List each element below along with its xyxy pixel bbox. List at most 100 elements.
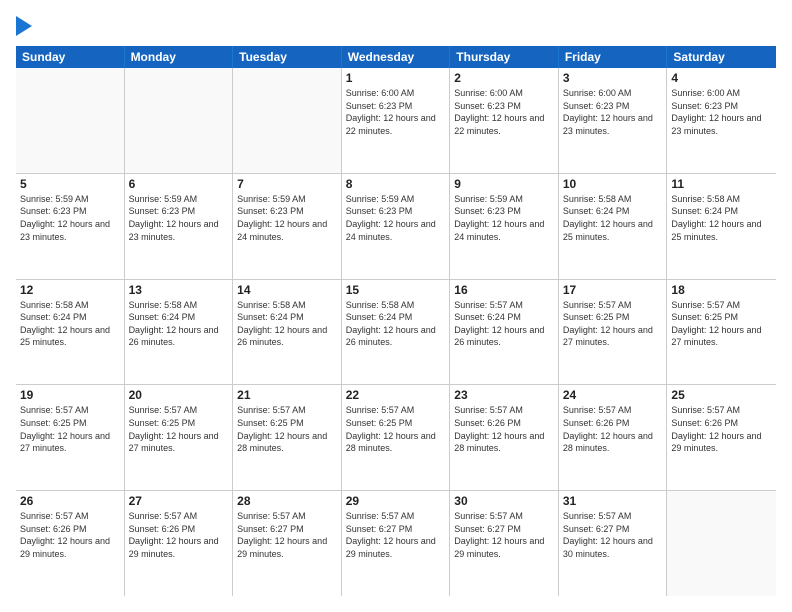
day-info: Sunrise: 5:57 AM Sunset: 6:26 PM Dayligh… — [129, 510, 229, 560]
weekday-header-tuesday: Tuesday — [233, 46, 342, 68]
day-cell-27: 27Sunrise: 5:57 AM Sunset: 6:26 PM Dayli… — [125, 491, 234, 596]
day-number: 12 — [20, 283, 120, 297]
calendar-body: 1 Sunrise: 6:00 AM Sunset: 6:23 PM Daylig… — [16, 68, 776, 596]
day-info: Sunrise: 5:57 AM Sunset: 6:26 PM Dayligh… — [563, 404, 663, 454]
day-cell-13: 13Sunrise: 5:58 AM Sunset: 6:24 PM Dayli… — [125, 280, 234, 385]
day-info: Sunrise: 5:57 AM Sunset: 6:27 PM Dayligh… — [346, 510, 446, 560]
day-number: 9 — [454, 177, 554, 191]
day-info: Sunrise: 5:58 AM Sunset: 6:24 PM Dayligh… — [237, 299, 337, 349]
calendar-row-3: 19 Sunrise: 5:57 AM Sunset: 6:25 PM Dayli… — [16, 385, 776, 491]
day-number: 28 — [237, 494, 337, 508]
weekday-header-sunday: Sunday — [16, 46, 125, 68]
day-info: Sunrise: 5:59 AM Sunset: 6:23 PM Dayligh… — [346, 193, 446, 243]
day-cell-12: 12 Sunrise: 5:58 AM Sunset: 6:24 PM Dayli… — [16, 280, 125, 385]
day-info: Sunrise: 5:59 AM Sunset: 6:23 PM Dayligh… — [20, 193, 120, 243]
day-cell-30: 30 Sunrise: 5:57 AM Sunset: 6:27 PM Dayli… — [450, 491, 559, 596]
day-number: 20 — [129, 388, 229, 402]
day-info: Sunrise: 5:59 AM Sunset: 6:23 PM Dayligh… — [237, 193, 337, 243]
day-number: 8 — [346, 177, 446, 191]
day-cell-empty-0-0 — [16, 68, 125, 173]
day-number: 30 — [454, 494, 554, 508]
day-info: Sunrise: 5:59 AM Sunset: 6:23 PM Dayligh… — [454, 193, 554, 243]
calendar-row-1: 5 Sunrise: 5:59 AM Sunset: 6:23 PM Daylig… — [16, 174, 776, 280]
day-number: 22 — [346, 388, 446, 402]
day-info: Sunrise: 5:57 AM Sunset: 6:27 PM Dayligh… — [563, 510, 663, 560]
day-number: 18 — [671, 283, 772, 297]
calendar-row-2: 12 Sunrise: 5:58 AM Sunset: 6:24 PM Dayli… — [16, 280, 776, 386]
day-number: 3 — [563, 71, 663, 85]
day-cell-9: 9 Sunrise: 5:59 AM Sunset: 6:23 PM Daylig… — [450, 174, 559, 279]
day-number: 4 — [671, 71, 772, 85]
day-info: Sunrise: 5:58 AM Sunset: 6:24 PM Dayligh… — [346, 299, 446, 349]
day-cell-15: 15 Sunrise: 5:58 AM Sunset: 6:24 PM Dayli… — [342, 280, 451, 385]
day-cell-2: 2 Sunrise: 6:00 AM Sunset: 6:23 PM Daylig… — [450, 68, 559, 173]
day-cell-empty-0-2 — [233, 68, 342, 173]
day-info: Sunrise: 6:00 AM Sunset: 6:23 PM Dayligh… — [454, 87, 554, 137]
day-number: 7 — [237, 177, 337, 191]
day-info: Sunrise: 5:57 AM Sunset: 6:27 PM Dayligh… — [454, 510, 554, 560]
day-cell-7: 7 Sunrise: 5:59 AM Sunset: 6:23 PM Daylig… — [233, 174, 342, 279]
weekday-header-friday: Friday — [559, 46, 668, 68]
day-cell-31: 31 Sunrise: 5:57 AM Sunset: 6:27 PM Dayli… — [559, 491, 668, 596]
day-info: Sunrise: 6:00 AM Sunset: 6:23 PM Dayligh… — [346, 87, 446, 137]
day-number: 24 — [563, 388, 663, 402]
day-cell-empty-4-6 — [667, 491, 776, 596]
calendar-row-4: 26 Sunrise: 5:57 AM Sunset: 6:26 PM Dayli… — [16, 491, 776, 596]
calendar-header: SundayMondayTuesdayWednesdayThursdayFrid… — [16, 46, 776, 68]
day-cell-25: 25 Sunrise: 5:57 AM Sunset: 6:26 PM Dayli… — [667, 385, 776, 490]
day-info: Sunrise: 5:57 AM Sunset: 6:26 PM Dayligh… — [20, 510, 120, 560]
logo-arrow-icon — [16, 16, 32, 36]
day-info: Sunrise: 6:00 AM Sunset: 6:23 PM Dayligh… — [671, 87, 772, 137]
day-info: Sunrise: 5:58 AM Sunset: 6:24 PM Dayligh… — [671, 193, 772, 243]
day-cell-3: 3 Sunrise: 6:00 AM Sunset: 6:23 PM Daylig… — [559, 68, 668, 173]
day-info: Sunrise: 5:57 AM Sunset: 6:24 PM Dayligh… — [454, 299, 554, 349]
day-info: Sunrise: 5:57 AM Sunset: 6:25 PM Dayligh… — [20, 404, 120, 454]
day-cell-14: 14 Sunrise: 5:58 AM Sunset: 6:24 PM Dayli… — [233, 280, 342, 385]
day-cell-23: 23 Sunrise: 5:57 AM Sunset: 6:26 PM Dayli… — [450, 385, 559, 490]
day-number: 11 — [671, 177, 772, 191]
day-number: 16 — [454, 283, 554, 297]
day-info: Sunrise: 5:57 AM Sunset: 6:26 PM Dayligh… — [454, 404, 554, 454]
calendar-row-0: 1 Sunrise: 6:00 AM Sunset: 6:23 PM Daylig… — [16, 68, 776, 174]
day-number: 29 — [346, 494, 446, 508]
day-cell-10: 10 Sunrise: 5:58 AM Sunset: 6:24 PM Dayli… — [559, 174, 668, 279]
day-cell-22: 22Sunrise: 5:57 AM Sunset: 6:25 PM Dayli… — [342, 385, 451, 490]
day-info: Sunrise: 5:57 AM Sunset: 6:26 PM Dayligh… — [671, 404, 772, 454]
day-number: 14 — [237, 283, 337, 297]
day-number: 5 — [20, 177, 120, 191]
day-info: Sunrise: 5:57 AM Sunset: 6:25 PM Dayligh… — [129, 404, 229, 454]
day-info: Sunrise: 5:58 AM Sunset: 6:24 PM Dayligh… — [563, 193, 663, 243]
day-info: Sunrise: 5:57 AM Sunset: 6:25 PM Dayligh… — [671, 299, 772, 349]
day-info: Sunrise: 5:57 AM Sunset: 6:25 PM Dayligh… — [237, 404, 337, 454]
day-info: Sunrise: 5:58 AM Sunset: 6:24 PM Dayligh… — [20, 299, 120, 349]
weekday-header-wednesday: Wednesday — [342, 46, 451, 68]
day-info: Sunrise: 5:58 AM Sunset: 6:24 PM Dayligh… — [129, 299, 229, 349]
day-number: 25 — [671, 388, 772, 402]
day-number: 26 — [20, 494, 120, 508]
logo — [16, 16, 36, 36]
day-number: 23 — [454, 388, 554, 402]
day-cell-16: 16 Sunrise: 5:57 AM Sunset: 6:24 PM Dayli… — [450, 280, 559, 385]
day-number: 17 — [563, 283, 663, 297]
day-number: 10 — [563, 177, 663, 191]
day-cell-28: 28Sunrise: 5:57 AM Sunset: 6:27 PM Dayli… — [233, 491, 342, 596]
day-cell-5: 5 Sunrise: 5:59 AM Sunset: 6:23 PM Daylig… — [16, 174, 125, 279]
day-number: 31 — [563, 494, 663, 508]
day-number: 6 — [129, 177, 229, 191]
day-number: 21 — [237, 388, 337, 402]
day-cell-11: 11 Sunrise: 5:58 AM Sunset: 6:24 PM Dayli… — [667, 174, 776, 279]
day-cell-24: 24 Sunrise: 5:57 AM Sunset: 6:26 PM Dayli… — [559, 385, 668, 490]
day-info: Sunrise: 6:00 AM Sunset: 6:23 PM Dayligh… — [563, 87, 663, 137]
day-info: Sunrise: 5:57 AM Sunset: 6:25 PM Dayligh… — [563, 299, 663, 349]
day-cell-empty-0-1 — [125, 68, 234, 173]
day-cell-1: 1 Sunrise: 6:00 AM Sunset: 6:23 PM Daylig… — [342, 68, 451, 173]
day-cell-17: 17 Sunrise: 5:57 AM Sunset: 6:25 PM Dayli… — [559, 280, 668, 385]
day-number: 2 — [454, 71, 554, 85]
day-cell-29: 29 Sunrise: 5:57 AM Sunset: 6:27 PM Dayli… — [342, 491, 451, 596]
day-number: 1 — [346, 71, 446, 85]
day-number: 15 — [346, 283, 446, 297]
day-cell-18: 18 Sunrise: 5:57 AM Sunset: 6:25 PM Dayli… — [667, 280, 776, 385]
day-number: 19 — [20, 388, 120, 402]
day-cell-20: 20 Sunrise: 5:57 AM Sunset: 6:25 PM Dayli… — [125, 385, 234, 490]
day-cell-21: 21 Sunrise: 5:57 AM Sunset: 6:25 PM Dayli… — [233, 385, 342, 490]
